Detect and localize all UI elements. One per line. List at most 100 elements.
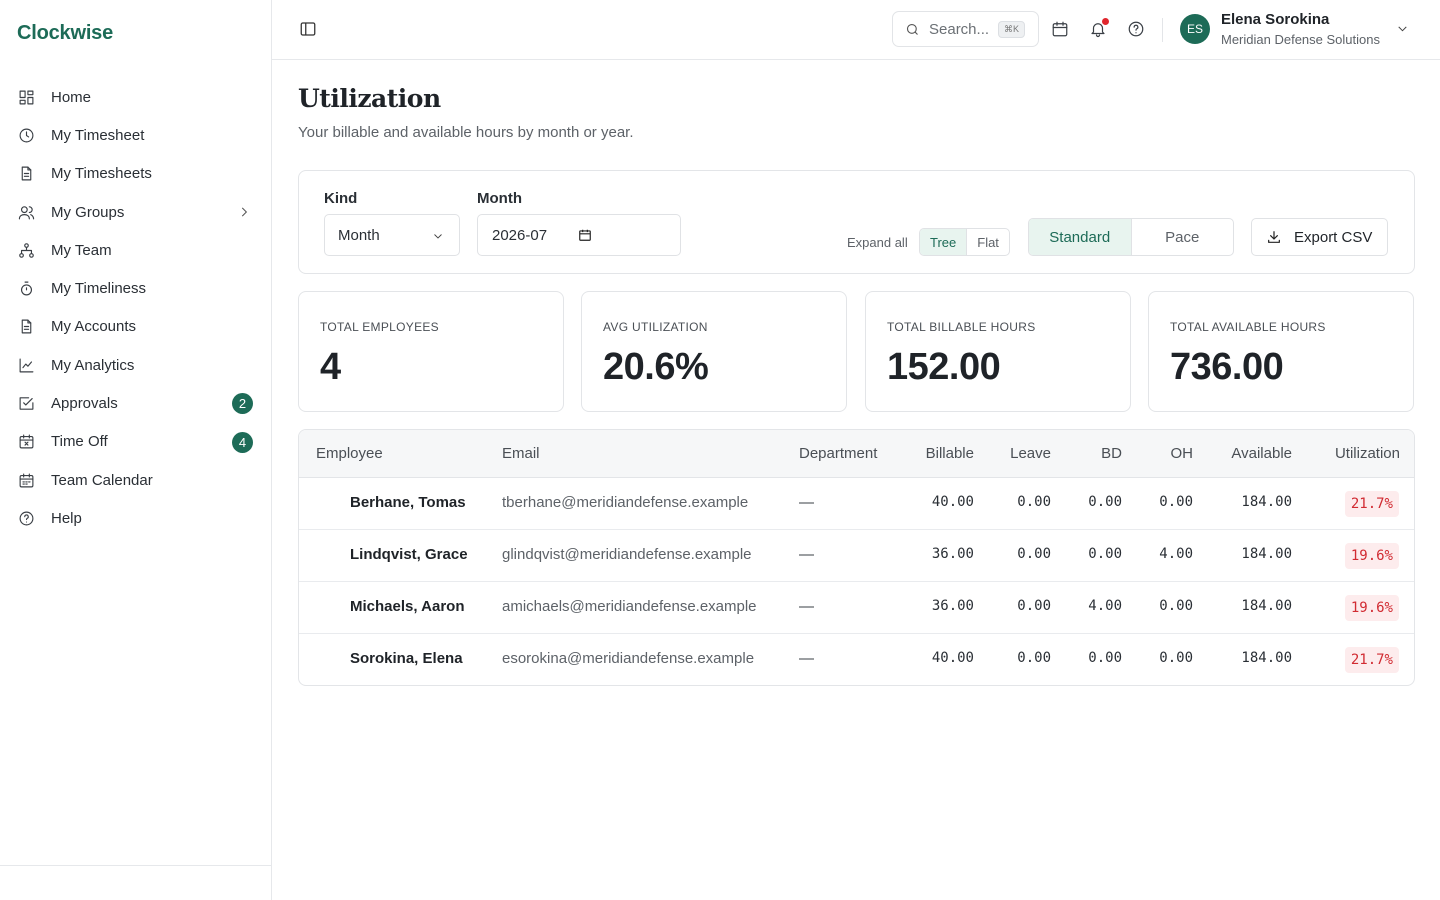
sidebar-item-approvals[interactable]: Approvals 2 bbox=[0, 384, 271, 422]
available-hours: 184.00 bbox=[1241, 598, 1292, 614]
column-header-utilization[interactable]: Utilization bbox=[1335, 445, 1400, 462]
calendar-x-icon bbox=[17, 433, 35, 451]
top-bar: Search... ⌘K ES Elena Sorokina Meridian … bbox=[272, 0, 1440, 60]
document-icon bbox=[17, 165, 35, 183]
view-option-flat[interactable]: Flat bbox=[967, 229, 1009, 255]
available-hours: 184.00 bbox=[1241, 546, 1292, 562]
employee-email: glindqvist@meridiandefense.example bbox=[502, 546, 752, 563]
avatar[interactable]: ES bbox=[1180, 14, 1210, 44]
column-header-email[interactable]: Email bbox=[502, 445, 540, 462]
chevron-right-icon[interactable] bbox=[237, 205, 251, 219]
search-input[interactable]: Search... ⌘K bbox=[892, 11, 1039, 47]
stat-label: TOTAL EMPLOYEES bbox=[320, 320, 439, 334]
page-subtitle: Your billable and available hours by mon… bbox=[298, 124, 634, 141]
utilization-badge: 19.6% bbox=[1344, 543, 1399, 569]
notifications-button[interactable] bbox=[1089, 18, 1109, 39]
checkbox-icon bbox=[17, 395, 35, 413]
sidebar-item-my-groups[interactable]: My Groups bbox=[0, 193, 271, 231]
employee-email: esorokina@meridiandefense.example bbox=[502, 650, 755, 667]
bd-hours: 0.00 bbox=[1088, 650, 1122, 666]
sidebar-item-home[interactable]: Home bbox=[0, 78, 271, 116]
sidebar-item-my-team[interactable]: My Team bbox=[0, 231, 271, 269]
table-header: Employee Email Department Billable Leave… bbox=[299, 430, 1414, 478]
sidebar-item-label: My Accounts bbox=[51, 318, 137, 336]
column-header-bd[interactable]: BD bbox=[1101, 445, 1122, 462]
sidebar-item-label: Help bbox=[51, 509, 82, 527]
help-circle-icon bbox=[1128, 21, 1144, 37]
table-row[interactable]: Michaels, Aaron amichaels@meridiandefens… bbox=[299, 582, 1414, 634]
column-header-available[interactable]: Available bbox=[1231, 445, 1292, 462]
table-row[interactable]: Sorokina, Elena esorokina@meridiandefens… bbox=[299, 634, 1414, 685]
view-option-tree[interactable]: Tree bbox=[920, 229, 968, 255]
utilization-badge: 21.7% bbox=[1344, 491, 1399, 517]
search-placeholder: Search... bbox=[929, 20, 990, 38]
line-chart-icon bbox=[17, 356, 35, 374]
leave-hours: 0.00 bbox=[1017, 494, 1051, 510]
employee-department: — bbox=[799, 650, 814, 667]
employee-department: — bbox=[799, 494, 814, 511]
sidebar-item-help[interactable]: Help bbox=[0, 499, 271, 537]
mode-option-pace[interactable]: Pace bbox=[1132, 219, 1234, 255]
employee-name: Lindqvist, Grace bbox=[350, 546, 468, 563]
help-button[interactable] bbox=[1127, 20, 1146, 39]
notification-dot bbox=[1102, 18, 1109, 25]
page-title: Utilization bbox=[298, 84, 441, 113]
bd-hours: 0.00 bbox=[1088, 546, 1122, 562]
sidebar-item-my-accounts[interactable]: My Accounts bbox=[0, 308, 271, 346]
leave-hours: 0.00 bbox=[1017, 546, 1051, 562]
sidebar-item-label: My Timeliness bbox=[51, 280, 147, 298]
utilization-badge: 21.7% bbox=[1344, 647, 1399, 673]
filters-panel: Kind Month Month 2026-07 Expand all Tree… bbox=[298, 170, 1415, 274]
employee-department: — bbox=[799, 598, 814, 615]
billable-hours: 40.00 bbox=[931, 494, 974, 510]
sidebar-item-my-timesheet[interactable]: My Timesheet bbox=[0, 116, 271, 154]
table-row[interactable]: Berhane, Tomas tberhane@meridiandefense.… bbox=[299, 478, 1414, 530]
calendar-icon bbox=[17, 471, 35, 489]
employee-name: Berhane, Tomas bbox=[350, 494, 466, 511]
kind-select-value: Month bbox=[338, 226, 380, 244]
sidebar-footer-divider bbox=[0, 865, 271, 866]
sidebar-nav: Home My Timesheet My Timesheets My Group… bbox=[0, 78, 271, 538]
user-menu-chevron[interactable] bbox=[1396, 22, 1410, 36]
sidebar-toggle-button[interactable] bbox=[299, 20, 319, 40]
download-icon bbox=[1268, 231, 1280, 243]
document-icon bbox=[17, 318, 35, 336]
sidebar-item-my-timesheets[interactable]: My Timesheets bbox=[0, 155, 271, 193]
leave-hours: 0.00 bbox=[1017, 598, 1051, 614]
expand-all-button[interactable]: Expand all bbox=[847, 235, 908, 250]
sidebar-item-my-analytics[interactable]: My Analytics bbox=[0, 346, 271, 384]
users-icon bbox=[17, 203, 35, 221]
user-name[interactable]: Elena Sorokina bbox=[1221, 11, 1329, 28]
column-header-employee[interactable]: Employee bbox=[316, 445, 383, 462]
employee-department: — bbox=[799, 546, 814, 563]
oh-hours: 0.00 bbox=[1159, 598, 1193, 614]
calendar-picker-icon[interactable] bbox=[578, 228, 592, 242]
chevron-down-icon bbox=[434, 234, 442, 239]
billable-hours: 36.00 bbox=[931, 546, 974, 562]
export-csv-button[interactable]: Export CSV bbox=[1251, 218, 1388, 256]
stat-value: 152.00 bbox=[887, 346, 1001, 388]
leave-hours: 0.00 bbox=[1017, 650, 1051, 666]
column-header-billable[interactable]: Billable bbox=[926, 445, 974, 462]
table-row[interactable]: Lindqvist, Grace glindqvist@meridiandefe… bbox=[299, 530, 1414, 582]
stopwatch-icon bbox=[17, 280, 35, 298]
stat-value: 736.00 bbox=[1170, 346, 1284, 388]
sidebar-item-label: My Timesheets bbox=[51, 165, 152, 183]
month-input[interactable]: 2026-07 bbox=[477, 214, 681, 256]
employee-email: tberhane@meridiandefense.example bbox=[502, 494, 749, 511]
kind-select[interactable]: Month bbox=[324, 214, 460, 256]
column-header-leave[interactable]: Leave bbox=[1010, 445, 1051, 462]
stat-card-avg-utilization: AVG UTILIZATION 20.6% bbox=[581, 291, 847, 412]
sidebar-item-team-calendar[interactable]: Team Calendar bbox=[0, 461, 271, 499]
sidebar-item-label: Approvals bbox=[51, 395, 118, 413]
mode-option-standard[interactable]: Standard bbox=[1029, 219, 1132, 255]
sidebar-item-time-off[interactable]: Time Off 4 bbox=[0, 423, 271, 461]
calendar-button[interactable] bbox=[1051, 20, 1070, 39]
sidebar-item-my-timeliness[interactable]: My Timeliness bbox=[0, 269, 271, 307]
app-logo[interactable]: Clockwise bbox=[17, 22, 113, 45]
column-header-department[interactable]: Department bbox=[799, 445, 877, 462]
sidebar-item-label: My Team bbox=[51, 241, 112, 259]
column-header-oh[interactable]: OH bbox=[1171, 445, 1194, 462]
oh-hours: 4.00 bbox=[1159, 546, 1193, 562]
month-label: Month bbox=[477, 190, 522, 207]
